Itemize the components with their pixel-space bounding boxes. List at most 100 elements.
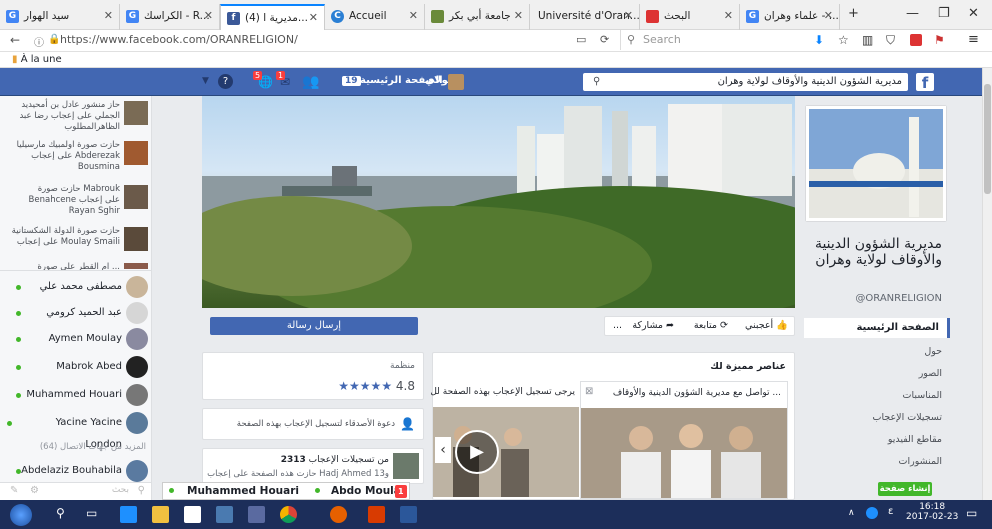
reader-view-icon[interactable]: ▭ xyxy=(576,33,586,46)
featured-video[interactable]: ▶ ‹ xyxy=(433,407,579,497)
close-icon[interactable]: ✕ xyxy=(409,4,418,28)
close-icon[interactable]: ✕ xyxy=(514,4,523,28)
scrollbar-thumb[interactable] xyxy=(984,84,991,194)
app-icon[interactable] xyxy=(248,506,265,523)
gear-icon[interactable]: ⚙ xyxy=(30,485,39,496)
clock[interactable]: 16:18 2017-02-23 xyxy=(906,502,958,522)
back-icon[interactable]: ← xyxy=(10,33,20,47)
browser-tab-active[interactable]: f (4) مديرية ا... ✕ xyxy=(220,4,325,30)
bookmark-item[interactable]: À la une xyxy=(21,54,62,65)
browser-tab[interactable]: G علماء وهران - ... ✕ xyxy=(740,4,840,30)
search-input[interactable]: ⚲ Search xyxy=(620,30,785,50)
play-icon[interactable]: ▶ xyxy=(455,430,499,474)
chevron-down-icon[interactable]: ▼ xyxy=(202,76,209,86)
chevron-up-icon[interactable]: ∧ xyxy=(848,508,855,518)
addon-icon[interactable] xyxy=(910,34,922,46)
page-nav-home[interactable]: الصفحة الرئيسية xyxy=(804,318,950,338)
close-icon[interactable]: ✕ xyxy=(309,6,318,30)
chat-friend[interactable]: Mabrok Abed xyxy=(4,356,150,378)
menu-icon[interactable]: ≡ xyxy=(968,32,979,47)
facebook-logo-icon[interactable]: f xyxy=(916,73,934,92)
network-icon[interactable] xyxy=(866,507,878,519)
close-icon[interactable]: ⊠ xyxy=(585,386,593,397)
featured-post-2[interactable]: يرجى تسجيل الإعجاب بهذه الصفحة لل ▶ ‹ xyxy=(430,381,579,499)
friend-requests-icon[interactable]: 👥 xyxy=(302,74,319,90)
ticker-item[interactable]: حازت صورة Mabrouk Benahcene على إعجاب Ra… xyxy=(4,184,150,217)
chat-friend[interactable]: Abdelaziz Bouhabila xyxy=(4,460,150,482)
search-icon[interactable]: ⚲ xyxy=(56,506,65,520)
page-nav-likes[interactable]: تسجيلات الإعجاب xyxy=(800,412,950,423)
library-icon[interactable]: ▥ xyxy=(862,33,873,47)
search-icon[interactable]: ⚲ xyxy=(593,73,600,91)
chat-friend[interactable]: Muhammed Houari xyxy=(4,384,150,406)
page-nav-videos[interactable]: مقاطع الفيديو xyxy=(800,434,950,445)
info-icon[interactable]: ⓘ xyxy=(34,34,44,49)
file-explorer-icon[interactable] xyxy=(152,506,169,523)
close-icon[interactable]: ✕ xyxy=(724,4,733,28)
ticker-item[interactable]: حازت صورة اولمبيك مارسيليا على إعجاب Abd… xyxy=(4,140,150,173)
avatar[interactable] xyxy=(448,74,464,90)
browser-tab[interactable]: جامعة أبي بكر ✕ xyxy=(425,4,530,30)
browser-tab[interactable]: G الكراسك - R... ✕ xyxy=(120,4,220,30)
language-icon[interactable]: ε xyxy=(888,506,893,517)
chat-search-bar[interactable]: ✎ ⚙ بحث ⚲ xyxy=(0,482,151,500)
rating[interactable]: ★★★★★ 4.8 xyxy=(338,379,415,393)
office-icon[interactable] xyxy=(368,506,385,523)
chrome-icon[interactable] xyxy=(280,506,297,523)
new-tab-icon[interactable]: + xyxy=(848,6,859,21)
facebook-search-input[interactable]: ⚲ مديرية الشؤون الدينية والأوقاف لولاية … xyxy=(583,73,908,91)
page-scrollbar[interactable] xyxy=(982,68,992,500)
extension-icon[interactable]: ⚑ xyxy=(934,33,945,47)
page-nav-posts[interactable]: المنشورات xyxy=(800,456,950,467)
chat-friend[interactable]: مصطفى محمد علي xyxy=(4,276,150,298)
page-nav-photos[interactable]: الصور xyxy=(800,368,950,379)
app-icon[interactable] xyxy=(216,506,233,523)
chat-friend[interactable]: Yacine Yacine London xyxy=(4,412,150,450)
firefox-icon[interactable] xyxy=(330,506,347,523)
ticker-item[interactable]: ام القطر على صورة ... xyxy=(4,262,150,273)
url-bar[interactable]: https://www.facebook.com/ORANRELIGION/ xyxy=(60,30,620,50)
compose-icon[interactable]: ✎ xyxy=(10,485,18,496)
close-window-icon[interactable]: ✕ xyxy=(968,6,979,21)
chat-tab[interactable]: Muhammed Houari xyxy=(187,483,299,500)
store-icon[interactable] xyxy=(184,506,201,523)
browser-tab[interactable]: C Accueil ✕ xyxy=(325,4,425,30)
chat-friend[interactable]: Aymen Moulay xyxy=(4,328,150,350)
home-link[interactable]: الصفحة الرئيسية xyxy=(360,75,443,86)
download-icon[interactable]: ⬇ xyxy=(814,33,824,47)
task-view-icon[interactable]: ▭ xyxy=(86,506,97,520)
close-icon[interactable]: ✕ xyxy=(204,4,213,28)
close-icon[interactable]: ✕ xyxy=(104,4,113,28)
star-icon[interactable]: ☆ xyxy=(838,33,849,47)
like-button[interactable]: أعجبني 👍 xyxy=(745,320,788,331)
invite-card[interactable]: دعوة الأصدقاء لتسجيل الإعجاب بهذه الصفحة… xyxy=(202,408,424,440)
share-button[interactable]: مشاركة ➦ xyxy=(632,320,674,331)
ticker-item[interactable]: حازت صورة الدولة الشكستانية على إعجاب Mo… xyxy=(4,226,150,251)
browser-tab[interactable]: Université d'Oran... ✕ xyxy=(530,4,640,30)
browser-tab[interactable]: البحث ✕ xyxy=(640,4,740,30)
cover-photo[interactable] xyxy=(202,96,795,308)
reload-icon[interactable]: ⟳ xyxy=(600,33,609,46)
close-icon[interactable]: ✕ xyxy=(624,4,633,28)
page-nav-events[interactable]: المناسبات xyxy=(800,390,950,401)
help-icon[interactable]: ? xyxy=(218,74,233,89)
more-button[interactable]: ... xyxy=(613,320,622,331)
notifications-icon[interactable]: ▭ xyxy=(966,506,977,520)
edge-icon[interactable] xyxy=(120,506,137,523)
follow-button[interactable]: متابعة ⟳ xyxy=(694,320,728,331)
browser-tab[interactable]: G سيد الهوار ✕ xyxy=(0,4,120,30)
ticker-item[interactable]: حاز منشور عادل بن أمحيديد الجملي على إعج… xyxy=(4,100,150,133)
page-profile-picture[interactable] xyxy=(806,106,946,221)
featured-post[interactable]: تواصل مع مديرية الشؤون الدينية والأوقاف … xyxy=(580,381,788,499)
send-message-button[interactable]: إرسال رسالة xyxy=(210,317,418,335)
chevron-left-icon[interactable]: ‹ xyxy=(435,437,451,463)
chat-friend[interactable]: عبد الحميد كرومي xyxy=(4,302,150,324)
close-icon[interactable]: ✕ xyxy=(824,4,833,28)
restore-icon[interactable]: ❐ xyxy=(938,6,950,21)
minimize-icon[interactable]: — xyxy=(906,6,919,21)
page-nav-about[interactable]: حول xyxy=(800,346,950,357)
word-icon[interactable] xyxy=(400,506,417,523)
create-page-button[interactable]: إنشاء صفحة xyxy=(878,482,932,496)
pocket-icon[interactable]: ⛉ xyxy=(886,33,895,48)
start-button-icon[interactable] xyxy=(10,504,32,526)
